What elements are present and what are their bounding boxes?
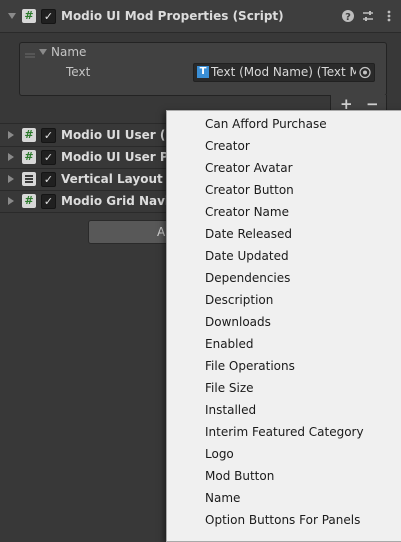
foldout-closed-icon[interactable] [8,197,14,205]
text-object-field[interactable]: T Text (Mod Name) (Text Mesh [193,63,375,82]
foldout-closed-icon[interactable] [8,175,14,183]
text-field-label: Text [66,65,91,79]
foldout-closed-icon[interactable] [8,153,14,161]
menu-item-file-operations[interactable]: File Operations [205,359,295,373]
drag-handle-icon[interactable] [25,49,35,63]
object-picker-icon[interactable] [356,64,374,81]
menu-item-can-afford-purchase[interactable]: Can Afford Purchase [205,117,327,131]
svg-text:?: ? [345,12,351,23]
menu-item-creator-name[interactable]: Creator Name [205,205,289,219]
component-enabled-checkbox[interactable]: ✓ [41,9,56,24]
menu-item-creator[interactable]: Creator [205,139,250,153]
menu-item-description[interactable]: Description [205,293,273,307]
script-icon: # [22,9,36,23]
more-options-icon[interactable] [382,9,396,26]
add-component-label: A [157,225,166,239]
menu-item-date-updated[interactable]: Date Updated [205,249,289,263]
menu-item-file-size[interactable]: File Size [205,381,254,395]
component-title: Modio UI User (Sc [61,128,182,142]
menu-item-installed[interactable]: Installed [205,403,256,417]
help-icon[interactable]: ? [341,9,355,26]
property-dropdown-menu: Can Afford Purchase Creator Creator Avat… [166,110,401,542]
menu-item-dependencies[interactable]: Dependencies [205,271,290,285]
menu-item-mod-button[interactable]: Mod Button [205,469,274,483]
script-icon: # [22,128,36,142]
menu-item-creator-button[interactable]: Creator Button [205,183,294,197]
foldout-closed-icon[interactable] [8,131,14,139]
component-enabled-checkbox[interactable]: ✓ [41,194,56,209]
menu-item-option-buttons-for-panels[interactable]: Option Buttons For Panels [205,513,360,527]
script-icon: # [22,194,36,208]
name-list-header: Name [51,45,87,59]
menu-item-enabled[interactable]: Enabled [205,337,254,351]
component-enabled-checkbox[interactable]: ✓ [41,172,56,187]
menu-item-date-released[interactable]: Date Released [205,227,292,241]
component-enabled-checkbox[interactable]: ✓ [41,128,56,143]
layout-group-icon [22,172,36,186]
component-title: Vertical Layout Gr [61,172,183,186]
preset-settings-icon[interactable] [361,9,375,26]
component-enabled-checkbox[interactable]: ✓ [41,150,56,165]
script-icon: # [22,150,36,164]
menu-item-interim-featured-category[interactable]: Interim Featured Category [205,425,364,439]
menu-item-downloads[interactable]: Downloads [205,315,271,329]
component-title: Modio UI Mod Properties (Script) [61,9,284,23]
menu-item-creator-avatar[interactable]: Creator Avatar [205,161,293,175]
component-header[interactable]: # ✓ Modio UI Mod Properties (Script) ? [0,0,401,33]
menu-item-name[interactable]: Name [205,491,240,505]
name-foldout-icon[interactable] [39,49,47,55]
menu-item-logo[interactable]: Logo [205,447,234,461]
foldout-arrow-icon[interactable] [8,13,16,19]
component-title: Modio UI User Pro [61,150,183,164]
